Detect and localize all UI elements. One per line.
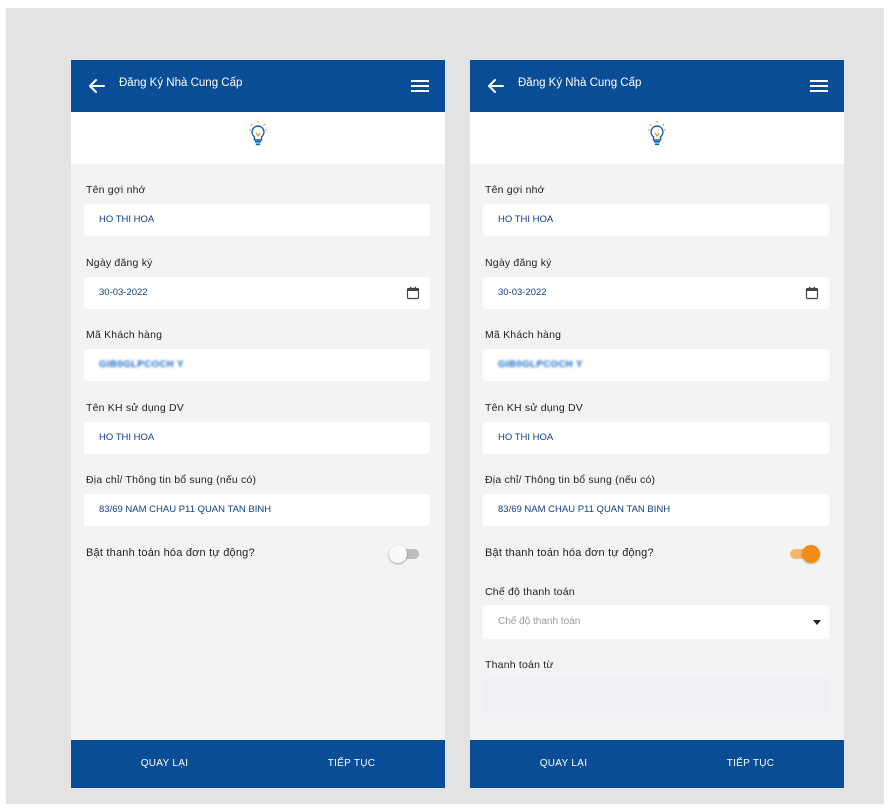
nickname-value: HO THI HOA — [498, 214, 554, 225]
toggle-thumb — [802, 545, 820, 563]
provider-logo-band — [71, 112, 445, 164]
registration-date-value: 30-03-2022 — [498, 287, 547, 298]
autopay-label: Bật thanh toán hóa đơn tự động? — [86, 547, 255, 559]
nickname-value: HO THI HOA — [99, 214, 155, 225]
light-bulb-icon — [648, 121, 666, 146]
phone-screen-autopay-off: Đăng Ký Nhà Cung Cấp Tên gợi nhớ HO THI … — [71, 60, 445, 788]
arrow-left-icon[interactable] — [87, 76, 107, 96]
nickname-field[interactable]: HO THI HOA — [483, 204, 829, 236]
app-bar: Đăng Ký Nhà Cung Cấp — [71, 60, 445, 112]
continue-button[interactable]: TIẾP TỤC — [657, 740, 844, 788]
arrow-left-icon[interactable] — [486, 76, 506, 96]
provider-logo-band — [470, 112, 844, 164]
customer-code-field[interactable]: GIB0GLPCOCH Y — [483, 349, 829, 381]
pay-from-field[interactable] — [483, 678, 829, 712]
nickname-field[interactable]: HO THI HOA — [84, 204, 430, 236]
customer-code-value: GIB0GLPCOCH Y — [99, 359, 184, 370]
app-bar: Đăng Ký Nhà Cung Cấp — [470, 60, 844, 112]
registration-date-field[interactable]: 30-03-2022 — [483, 277, 829, 309]
hamburger-menu-icon[interactable] — [810, 78, 828, 94]
page-title: Đăng Ký Nhà Cung Cấp — [518, 77, 642, 89]
page-title: Đăng Ký Nhà Cung Cấp — [119, 77, 243, 89]
phone-screen-autopay-on: Đăng Ký Nhà Cung Cấp Tên gợi nhớ HO THI … — [470, 60, 844, 788]
customer-code-value: GIB0GLPCOCH Y — [498, 359, 583, 370]
autopay-label: Bật thanh toán hóa đơn tự động? — [485, 547, 654, 559]
autopay-toggle[interactable] — [389, 545, 421, 563]
toggle-thumb — [389, 545, 407, 563]
nickname-label: Tên gợi nhớ — [86, 184, 146, 196]
service-user-field[interactable]: HO THI HOA — [483, 422, 829, 454]
address-field[interactable]: 83/69 NAM CHAU P11 QUAN TAN BINH — [483, 494, 829, 526]
pay-from-label: Thanh toán từ — [485, 659, 554, 671]
address-field[interactable]: 83/69 NAM CHAU P11 QUAN TAN BINH — [84, 494, 430, 526]
caret-down-icon — [813, 620, 821, 625]
customer-code-field[interactable]: GIB0GLPCOCH Y — [84, 349, 430, 381]
screenshot-canvas: Đăng Ký Nhà Cung Cấp Tên gợi nhớ HO THI … — [6, 8, 884, 804]
registration-date-label: Ngày đăng ký — [485, 257, 552, 269]
registration-date-value: 30-03-2022 — [99, 287, 148, 298]
back-button[interactable]: QUAY LẠI — [470, 740, 657, 788]
nickname-label: Tên gợi nhớ — [485, 184, 545, 196]
continue-button[interactable]: TIẾP TỤC — [258, 740, 445, 788]
calendar-icon[interactable] — [805, 286, 819, 300]
service-user-value: HO THI HOA — [498, 432, 554, 443]
service-user-label: Tên KH sử dụng DV — [86, 402, 184, 414]
hamburger-menu-icon[interactable] — [411, 78, 429, 94]
service-user-label: Tên KH sử dụng DV — [485, 402, 583, 414]
payment-mode-placeholder: Chế độ thanh toán — [498, 616, 581, 627]
address-label: Địa chỉ/ Thông tin bổ sung (nếu có) — [86, 474, 257, 486]
address-value: 83/69 NAM CHAU P11 QUAN TAN BINH — [498, 504, 671, 515]
bottom-action-bar: QUAY LẠI TIẾP TỤC — [71, 740, 445, 788]
customer-code-label: Mã Khách hàng — [485, 329, 562, 341]
address-label: Địa chỉ/ Thông tin bổ sung (nếu có) — [485, 474, 656, 486]
customer-code-label: Mã Khách hàng — [86, 329, 163, 341]
light-bulb-icon — [249, 121, 267, 146]
service-user-field[interactable]: HO THI HOA — [84, 422, 430, 454]
registration-date-field[interactable]: 30-03-2022 — [84, 277, 430, 309]
address-value: 83/69 NAM CHAU P11 QUAN TAN BINH — [99, 504, 272, 515]
service-user-value: HO THI HOA — [99, 432, 155, 443]
back-button[interactable]: QUAY LẠI — [71, 740, 258, 788]
payment-mode-label: Chế độ thanh toán — [485, 586, 575, 598]
payment-mode-select[interactable]: Chế độ thanh toán — [483, 605, 829, 639]
autopay-toggle[interactable] — [788, 545, 820, 563]
bottom-action-bar: QUAY LẠI TIẾP TỤC — [470, 740, 844, 788]
registration-date-label: Ngày đăng ký — [86, 257, 153, 269]
calendar-icon[interactable] — [406, 286, 420, 300]
